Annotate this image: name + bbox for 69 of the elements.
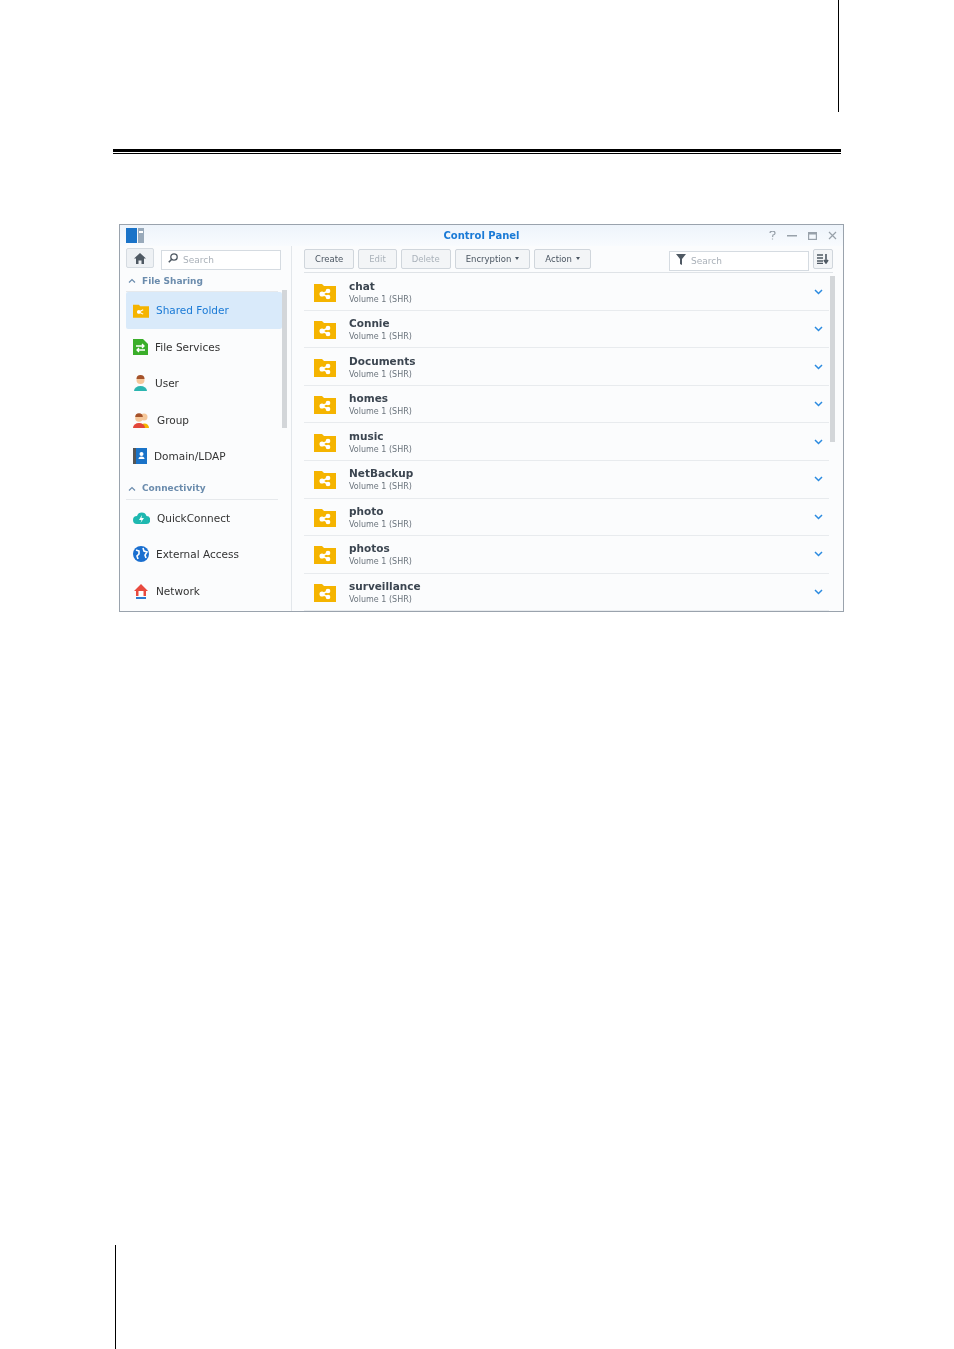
minimize-icon[interactable]: [787, 234, 797, 237]
folder-name: music: [349, 429, 385, 442]
user-icon: [133, 375, 148, 392]
app-icon: [126, 228, 144, 243]
folder-name: NetBackup: [349, 467, 415, 480]
sidebar-item[interactable]: Shared Folder: [126, 292, 282, 329]
sidebar-item[interactable]: Group: [126, 401, 282, 438]
shared-folder-icon: [314, 281, 336, 302]
folder-name: surveillance: [349, 579, 422, 592]
chevron-down-icon[interactable]: [814, 513, 823, 520]
shared-folder-icon: [314, 581, 336, 602]
sort-button[interactable]: [813, 248, 833, 269]
shared-folder-icon: [133, 302, 149, 318]
folder-location: Volume 1 (SHR): [349, 407, 413, 417]
folder-name: homes: [349, 392, 389, 405]
chevron-down-icon[interactable]: [814, 588, 823, 595]
address-book-icon: [133, 448, 147, 465]
folder-name: Connie: [349, 317, 391, 330]
globe-icon: [133, 546, 149, 563]
sidebar-item[interactable]: External Access: [126, 536, 282, 573]
folder-location: Volume 1 (SHR): [349, 482, 413, 492]
sidebar-item[interactable]: Domain/LDAP: [126, 438, 282, 475]
folder-location: Volume 1 (SHR): [349, 332, 413, 342]
chevron-down-icon[interactable]: [814, 401, 823, 408]
filter-field[interactable]: Search: [669, 250, 809, 271]
home-button[interactable]: [126, 248, 154, 268]
folder-name: chat: [349, 279, 376, 292]
shared-folder-icon: [314, 506, 336, 527]
shared-folder-icon: [314, 356, 336, 377]
sidebar-item[interactable]: Network: [126, 572, 282, 609]
chevron-down-icon[interactable]: [814, 438, 823, 445]
house-icon: [133, 582, 149, 599]
chevron-down-icon[interactable]: [814, 476, 823, 483]
window-title: Control Panel: [443, 230, 520, 241]
cloud-icon: [133, 510, 150, 525]
chevron-down-icon[interactable]: [814, 551, 823, 558]
folder-name: Documents: [349, 354, 417, 367]
chevron-up-icon[interactable]: [128, 278, 136, 283]
chevron-down-icon[interactable]: [814, 326, 823, 333]
chevron-down-icon[interactable]: [814, 363, 823, 370]
help-icon[interactable]: [769, 231, 776, 240]
folder-location: Volume 1 (SHR): [349, 557, 413, 567]
toolbar-button[interactable]: Create: [304, 248, 355, 269]
sort-icon: [817, 253, 829, 264]
shared-folder-icon: [314, 544, 336, 565]
shared-folder-icon: [314, 469, 336, 490]
file-transfer-icon: [133, 338, 148, 355]
shared-folder-icon: [314, 431, 336, 452]
folder-name: photos: [349, 542, 391, 555]
shared-folder-icon: [314, 319, 336, 340]
close-icon[interactable]: [828, 231, 837, 240]
sidebar-item[interactable]: QuickConnect: [126, 499, 282, 536]
folder-name: photo: [349, 504, 385, 517]
folder-location: Volume 1 (SHR): [349, 294, 413, 304]
chevron-up-icon[interactable]: [128, 485, 136, 491]
chevron-down-icon[interactable]: [814, 288, 823, 295]
maximize-icon[interactable]: [808, 231, 817, 240]
search-field[interactable]: Search: [161, 250, 281, 270]
folder-location: Volume 1 (SHR): [349, 444, 413, 454]
toolbar-button[interactable]: Action: [534, 248, 591, 269]
sidebar-item[interactable]: User: [126, 365, 282, 402]
group-icon: [133, 411, 150, 428]
sidebar-item[interactable]: File Services: [126, 328, 282, 365]
home-icon: [134, 252, 146, 264]
folder-location: Volume 1 (SHR): [349, 519, 413, 529]
shared-folder-icon: [314, 394, 336, 415]
folder-location: Volume 1 (SHR): [349, 369, 413, 379]
folder-location: Volume 1 (SHR): [349, 594, 413, 604]
toolbar-button[interactable]: Encryption: [454, 248, 531, 269]
